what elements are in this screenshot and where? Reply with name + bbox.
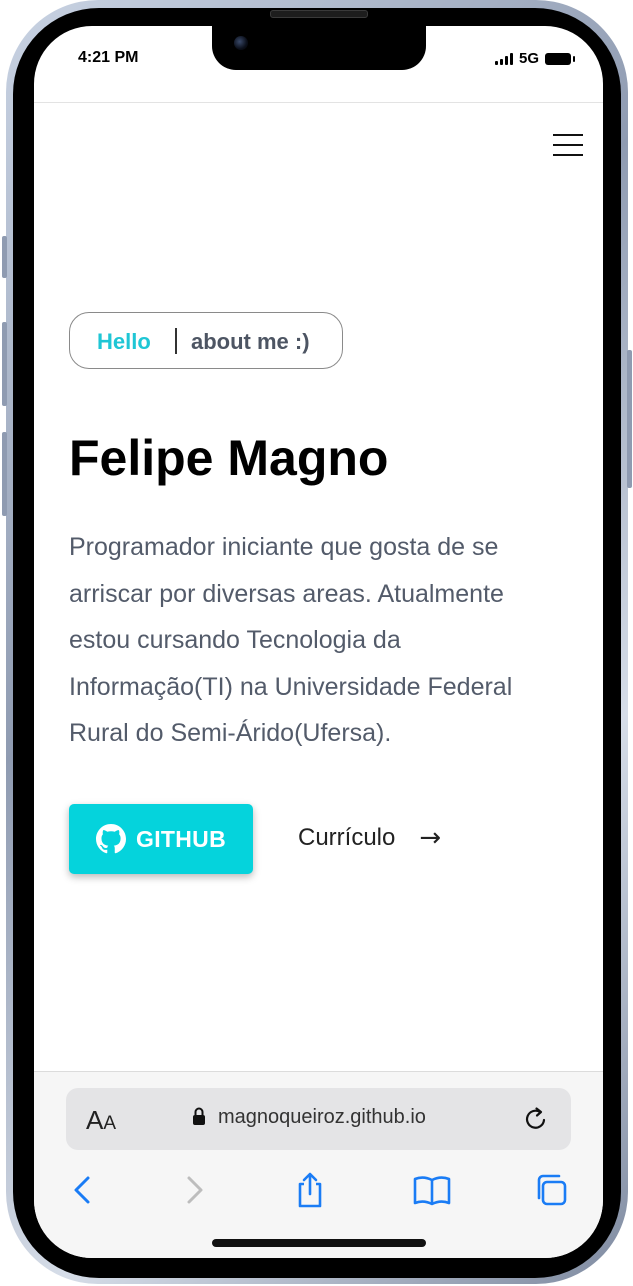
share-icon[interactable] <box>293 1170 327 1210</box>
tabs-icon[interactable] <box>534 1170 570 1210</box>
arrow-right-icon: → <box>419 823 442 853</box>
home-indicator <box>212 1239 426 1247</box>
status-time: 4:21 PM <box>78 49 139 66</box>
battery-icon <box>545 52 575 65</box>
github-label: GITHUB <box>136 825 226 852</box>
intro-pill: Hello about me :) <box>69 312 343 369</box>
bookmarks-icon[interactable] <box>412 1170 452 1210</box>
signal-icon <box>494 52 513 65</box>
earpiece-speaker <box>270 10 368 18</box>
status-divider <box>34 102 603 103</box>
forward-icon[interactable] <box>177 1170 211 1210</box>
about-label: about me :) <box>191 329 310 354</box>
curriculo-label: Currículo <box>298 824 396 851</box>
status-indicators: 5G <box>494 50 575 67</box>
side-button-power <box>627 350 632 488</box>
page-title: Felipe Magno <box>69 430 389 486</box>
safari-toolbar: AA magnoqueiroz.github.io <box>34 1071 603 1258</box>
address-bar[interactable]: AA magnoqueiroz.github.io <box>66 1088 571 1150</box>
lock-icon <box>193 1107 205 1125</box>
screen: 4:21 PM 5G Hello about me :) Felipe Magn… <box>34 26 603 1258</box>
network-label: 5G <box>518 50 539 67</box>
curriculo-link[interactable]: Currículo → <box>298 824 441 852</box>
url-text: magnoqueiroz.github.io <box>218 1106 426 1128</box>
github-icon <box>96 824 127 854</box>
notch <box>212 26 426 70</box>
hamburger-menu-icon[interactable] <box>553 134 583 158</box>
bio-text: Programador iniciante que gosta de se ar… <box>69 533 513 747</box>
hello-label: Hello <box>97 329 151 354</box>
github-button[interactable]: GITHUB <box>69 804 253 874</box>
front-camera <box>234 36 248 50</box>
side-button-volume-down <box>2 432 7 516</box>
side-button-volume-up <box>2 322 7 406</box>
reload-icon[interactable] <box>521 1103 551 1133</box>
pill-divider <box>175 328 177 354</box>
side-button-mute <box>2 236 7 278</box>
reader-settings-button[interactable]: AA <box>86 1105 116 1136</box>
back-icon[interactable] <box>66 1170 100 1210</box>
